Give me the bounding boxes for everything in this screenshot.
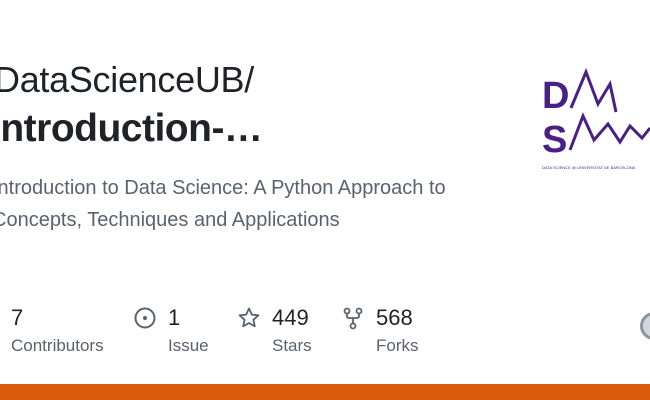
- forks-label: Forks: [376, 336, 419, 355]
- forks-count: 568: [376, 305, 413, 330]
- contributors-label: Contributors: [11, 336, 104, 355]
- logo-letter-d: D: [542, 75, 569, 117]
- avatar[interactable]: [640, 312, 650, 340]
- repo-description: Introduction to Data Science: A Python A…: [0, 177, 446, 231]
- issues-count: 1: [168, 305, 181, 330]
- ds-logo: D S DATA SCIENCE @ UNIVERSITAT DE BARCEL…: [538, 67, 650, 176]
- star-icon: [237, 306, 261, 330]
- stars-label: Stars: [272, 336, 312, 355]
- fork-icon: [341, 306, 365, 330]
- contributors-count: 7: [11, 305, 24, 330]
- stars-count: 449: [272, 305, 309, 330]
- logo-letter-s: S: [542, 119, 567, 161]
- repo-owner[interactable]: DataScienceUB/: [0, 58, 254, 102]
- repo-name[interactable]: Introduction-…: [0, 106, 263, 152]
- issues-label: Issue: [168, 336, 209, 355]
- issue-icon: [133, 306, 157, 330]
- logo-caption: DATA SCIENCE @ UNIVERSITAT DE BARCELONA: [542, 165, 636, 170]
- language-bar: [0, 384, 650, 400]
